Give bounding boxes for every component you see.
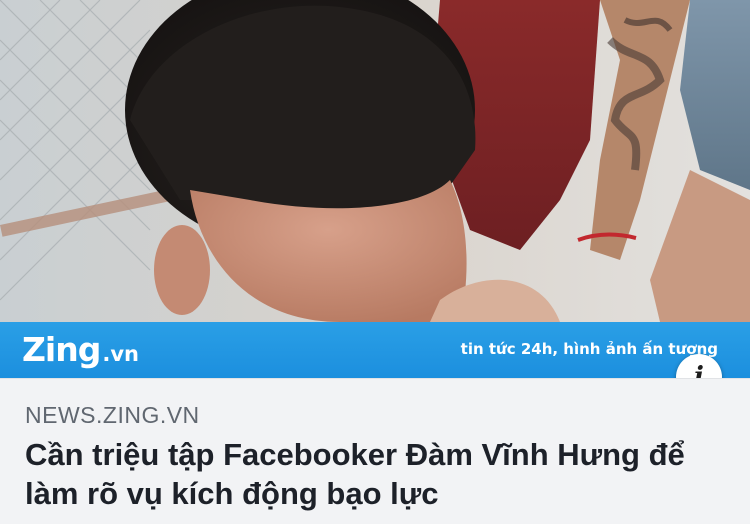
news-photo-illustration (0, 0, 750, 322)
banner-tagline: tin tức 24h, hình ảnh ấn tượng (460, 340, 718, 358)
link-preview-text[interactable]: NEWS.ZING.VN Cần triệu tập Facebooker Đà… (0, 378, 750, 524)
article-headline[interactable]: Cần triệu tập Facebooker Đàm Vĩnh Hưng đ… (25, 435, 715, 513)
zing-banner: Zing .vn tin tức 24h, hình ảnh ấn tượng (0, 322, 750, 378)
zing-logo: Zing .vn (22, 330, 139, 370)
news-photo[interactable] (0, 0, 750, 322)
zing-logo-suffix: .vn (102, 342, 139, 366)
zing-logo-text: Zing (22, 330, 101, 369)
link-preview-card[interactable]: Zing .vn tin tức 24h, hình ảnh ấn tượng … (0, 0, 750, 524)
source-domain: NEWS.ZING.VN (25, 402, 200, 428)
